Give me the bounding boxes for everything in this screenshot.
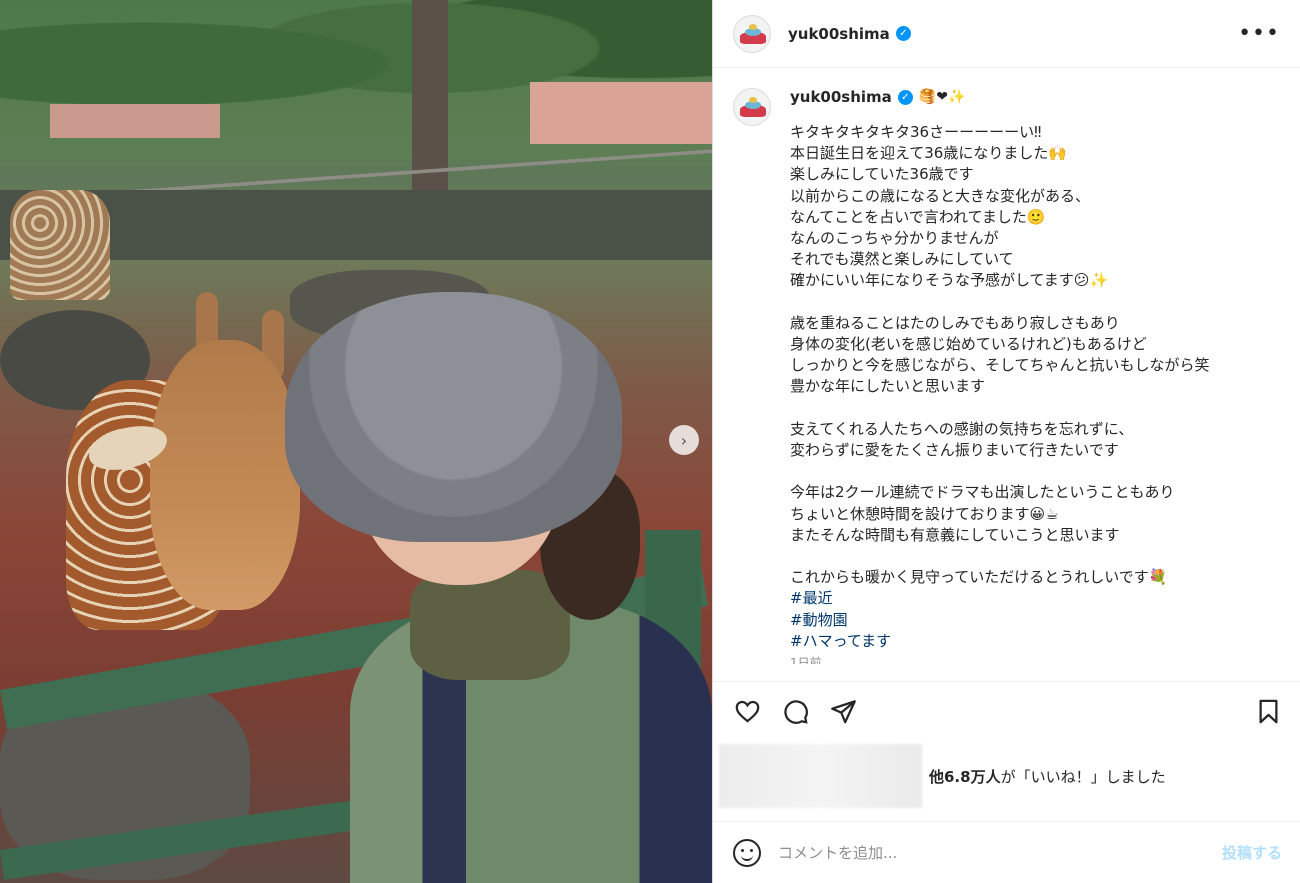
avatar[interactable]: [733, 14, 771, 53]
caption-username[interactable]: yuk00shima: [790, 88, 892, 106]
hashtag-link[interactable]: #最近: [790, 588, 1280, 609]
hashtag-list: #最近 #動物園 #ハマってます: [790, 588, 1280, 652]
more-horizontal-icon[interactable]: •••: [1238, 22, 1280, 45]
background-giraffe: [10, 190, 110, 300]
caption-text: キタキタキタキタ36さーーーーーい‼︎ 本日誕生日を迎えて36歳になりました🙌 …: [790, 123, 1210, 587]
likes-count[interactable]: 他6.8万人: [929, 768, 1001, 786]
action-bar: [713, 681, 1300, 741]
next-photo-button[interactable]: ›: [669, 425, 699, 455]
likes-summary[interactable]: 他6.8万人が「いいね！」しました: [929, 766, 1166, 787]
post-photo: ›: [0, 0, 712, 883]
verified-badge-icon: ✓: [897, 89, 913, 105]
hashtag-link[interactable]: #ハマってます: [790, 631, 1280, 652]
hashtag-link[interactable]: #動物園: [790, 610, 1280, 631]
bookmark-icon: [1259, 699, 1277, 724]
caption: yuk00shima ✓ 🥞❤✨ キタキタキタキタ36さーーーーーい‼︎ 本日誕…: [790, 86, 1280, 679]
caption-emojis: 🥞❤✨: [918, 89, 966, 105]
verified-badge-icon: ✓: [895, 26, 911, 41]
heart-icon: [735, 700, 759, 723]
like-button[interactable]: [733, 698, 761, 726]
save-button[interactable]: [1254, 698, 1282, 726]
comment-button[interactable]: [781, 698, 809, 726]
send-icon: [830, 700, 856, 724]
post-side-panel: yuk00shima ✓ ••• yuk00shima ✓ 🥞❤✨ キタキタキタ…: [712, 0, 1300, 883]
comment-composer: 投稿する: [713, 821, 1300, 883]
instagram-post-view: › yuk00shima ✓ ••• yuk00shima ✓ 🥞❤✨ キタキタ…: [0, 0, 1300, 883]
likes-row: 他6.8万人が「いいね！」しました: [713, 741, 1300, 811]
giraffe-head: [150, 340, 300, 610]
chevron-right-icon: ›: [680, 430, 688, 450]
emoji-icon[interactable]: [733, 838, 761, 867]
header-username[interactable]: yuk00shima ✓: [788, 25, 911, 43]
post-time[interactable]: 1日前: [790, 654, 1280, 664]
post-header: yuk00shima ✓ •••: [713, 0, 1300, 68]
caption-area: yuk00shima ✓ 🥞❤✨ キタキタキタキタ36さーーーーーい‼︎ 本日誕…: [713, 68, 1300, 679]
blurred-likers: [719, 744, 922, 808]
caption-avatar[interactable]: [733, 88, 771, 126]
person-hat: [285, 292, 622, 542]
share-button[interactable]: [829, 698, 857, 726]
comment-input[interactable]: [778, 843, 1222, 862]
post-comment-button[interactable]: 投稿する: [1222, 842, 1282, 863]
comment-bubble-icon: [783, 700, 808, 724]
